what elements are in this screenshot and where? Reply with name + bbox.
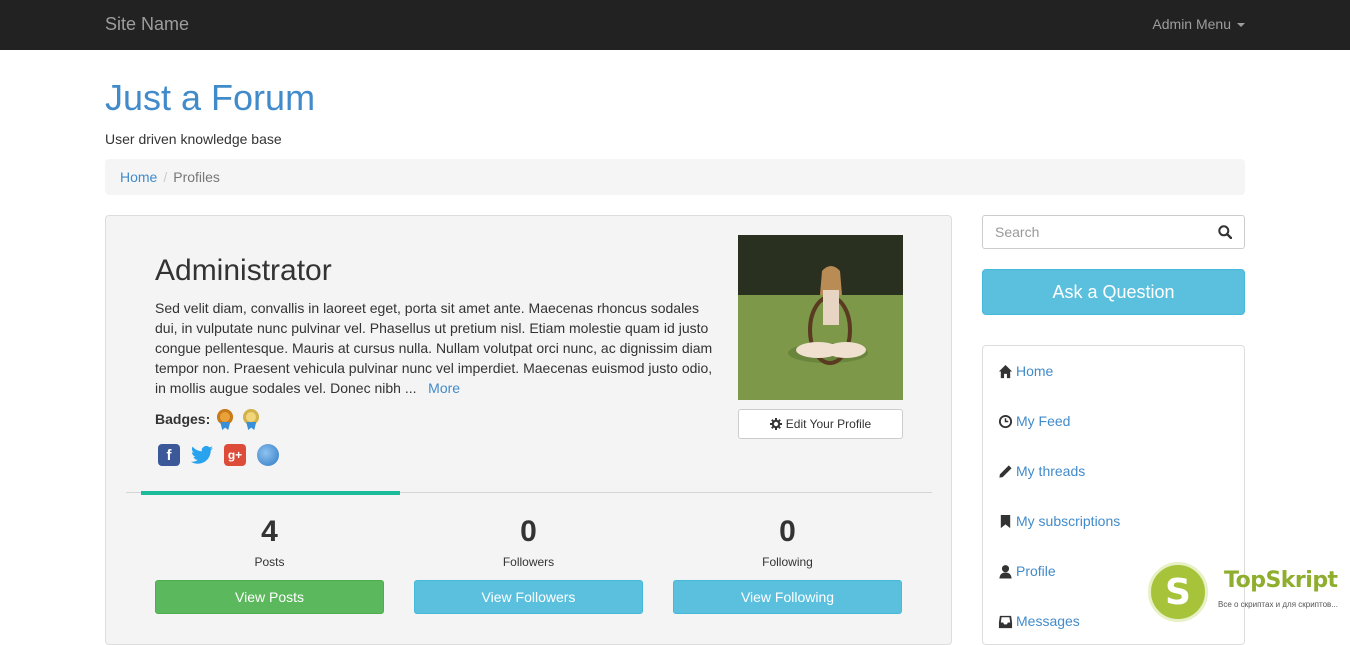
- sidebar-item-label: My threads: [1016, 463, 1086, 479]
- user-icon: [999, 564, 1012, 579]
- edit-profile-label: Edit Your Profile: [785, 417, 872, 431]
- search-input[interactable]: [983, 216, 1203, 248]
- topskript-watermark-logo: S TopSkript Все о скриптах и для скрипто…: [1148, 562, 1348, 624]
- medal-icon: [240, 408, 262, 430]
- view-following-button[interactable]: View Following: [673, 580, 902, 614]
- breadcrumb-separator: /: [163, 169, 168, 185]
- sidebar-item-my-threads[interactable]: My threads: [998, 463, 1085, 479]
- stat-posts: 4 Posts: [155, 512, 384, 569]
- medal-icon: [214, 408, 236, 430]
- posts-count: 4: [261, 515, 278, 548]
- facebook-icon[interactable]: f: [158, 444, 180, 466]
- bio-more-link[interactable]: More: [428, 380, 460, 396]
- profile-panel: Administrator Sed velit diam, convallis …: [105, 215, 952, 645]
- view-posts-button[interactable]: View Posts: [155, 580, 384, 614]
- sidebar-item-label: My subscriptions: [1016, 513, 1121, 529]
- badges-label: Badges:: [155, 411, 211, 427]
- breadcrumb-current: Profiles: [173, 169, 220, 185]
- badges-row: Badges:: [155, 408, 262, 430]
- sidebar-item-home[interactable]: Home: [998, 363, 1053, 379]
- social-links: f g+: [158, 444, 279, 466]
- top-navbar: Site Name Admin Menu: [0, 0, 1350, 50]
- stat-following: 0 Following: [673, 512, 902, 569]
- avatar-photo: [738, 235, 903, 400]
- followers-label: Followers: [502, 555, 555, 569]
- followers-count: 0: [520, 515, 537, 548]
- posts-label: Posts: [254, 555, 285, 569]
- logo-name: TopSkript: [1224, 568, 1338, 593]
- page-title: Just a Forum: [105, 77, 316, 118]
- inbox-icon: [998, 615, 1013, 628]
- breadcrumb-home-link[interactable]: Home: [120, 169, 157, 185]
- site-brand-link[interactable]: Site Name: [105, 14, 189, 35]
- sidebar-item-messages[interactable]: Messages: [998, 613, 1080, 629]
- caret-down-icon: [1237, 23, 1245, 27]
- sidebar-item-label: Home: [1016, 363, 1054, 379]
- active-tab-indicator: [141, 491, 400, 495]
- edit-profile-button[interactable]: Edit Your Profile: [738, 409, 903, 439]
- twitter-icon[interactable]: [191, 444, 213, 466]
- following-label: Following: [762, 555, 813, 569]
- view-followers-button[interactable]: View Followers: [414, 580, 643, 614]
- home-icon: [998, 364, 1013, 378]
- sidebar-item-label: Profile: [1016, 563, 1056, 579]
- pencil-icon: [999, 464, 1012, 478]
- sidebar-item-label: My Feed: [1016, 413, 1071, 429]
- admin-menu-label: Admin Menu: [1152, 16, 1231, 32]
- clock-icon: [998, 414, 1013, 428]
- stat-followers: 0 Followers: [414, 512, 643, 569]
- logo-subtitle: Все о скриптах и для скриптов...: [1218, 600, 1338, 609]
- website-globe-icon[interactable]: [257, 444, 279, 466]
- admin-menu-dropdown[interactable]: Admin Menu: [1152, 16, 1245, 32]
- search-box: [982, 215, 1245, 249]
- profile-name: Administrator: [155, 254, 332, 287]
- sidebar-item-label: Messages: [1016, 613, 1080, 629]
- logo-letter: S: [1148, 562, 1208, 622]
- sidebar-item-profile[interactable]: Profile: [998, 563, 1056, 579]
- profile-avatar: [738, 235, 903, 400]
- google-plus-icon[interactable]: g+: [224, 444, 246, 466]
- following-count: 0: [779, 515, 796, 548]
- profile-bio: Sed velit diam, convallis in laoreet ege…: [155, 298, 715, 398]
- gear-icon: [769, 418, 782, 430]
- ask-question-button[interactable]: Ask a Question: [982, 269, 1245, 315]
- sidebar-item-my-subscriptions[interactable]: My subscriptions: [998, 513, 1120, 529]
- search-icon[interactable]: [1218, 225, 1232, 239]
- breadcrumb: Home / Profiles: [105, 159, 1245, 195]
- bookmark-icon: [1000, 514, 1011, 528]
- site-tagline: User driven knowledge base: [105, 131, 282, 147]
- sidebar-item-my-feed[interactable]: My Feed: [998, 413, 1070, 429]
